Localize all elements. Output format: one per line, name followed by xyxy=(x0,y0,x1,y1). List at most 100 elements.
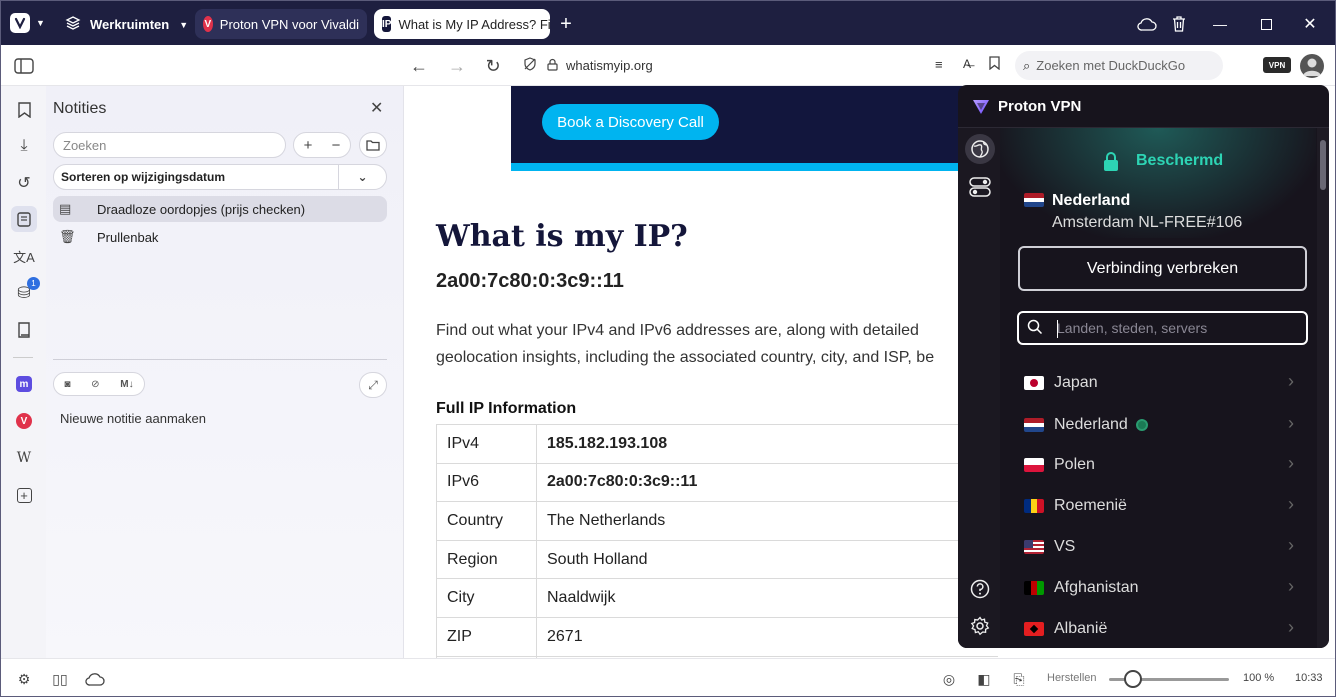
pl-flag-icon xyxy=(1024,458,1044,472)
notes-sort-select[interactable]: Sorteren op wijzigingsdatum ⌄ xyxy=(53,164,387,190)
forward-button[interactable]: → xyxy=(444,53,470,79)
gear-icon: ⚙ xyxy=(17,670,31,687)
camera-icon[interactable]: ◙ xyxy=(64,379,70,390)
capture-button[interactable]: ◎ xyxy=(938,669,960,689)
country-name: Roemenië xyxy=(1054,497,1127,514)
clock: 10:33 xyxy=(1295,672,1323,684)
remove-note-button[interactable]: − xyxy=(332,137,341,154)
vpn-search-placeholder: Landen, steden, servers xyxy=(1057,320,1208,336)
country-item-roemenie[interactable]: Roemenië › xyxy=(1018,488,1308,524)
wikipedia-panel-button[interactable]: W xyxy=(11,445,37,471)
zoom-reset-button[interactable]: Herstellen xyxy=(1047,672,1097,684)
country-name: Japan xyxy=(1054,374,1098,391)
settings-button[interactable]: ⚙ xyxy=(13,669,35,689)
vpn-brand-name: Proton VPN xyxy=(998,97,1082,115)
workspaces-button[interactable]: Werkruimten ▼ xyxy=(65,15,188,34)
table-key: Region xyxy=(436,539,537,580)
scrollbar-thumb[interactable] xyxy=(1320,140,1326,190)
af-flag-icon xyxy=(1024,581,1044,595)
trash-button[interactable] xyxy=(1164,9,1194,39)
zoom-slider-handle[interactable] xyxy=(1124,670,1142,688)
country-item-albanie[interactable]: Albanië › xyxy=(1018,611,1308,647)
country-name: Afghanistan xyxy=(1054,579,1139,596)
vpn-scrollbar[interactable] xyxy=(1317,128,1329,648)
bookmark-icon[interactable] xyxy=(989,56,1000,73)
new-tab-button[interactable]: + xyxy=(551,9,581,39)
country-item-japan[interactable]: Japan › xyxy=(1018,365,1308,401)
url-field[interactable]: whatismyip.org ≡ A̶ xyxy=(517,51,1009,80)
new-note-placeholder[interactable]: Nieuwe notitie aanmaken xyxy=(60,411,206,426)
vpn-extension-button[interactable]: VPN xyxy=(1263,57,1291,73)
mastodon-panel-button[interactable]: m xyxy=(11,371,37,397)
ip-address-display: 2a00:7c80:0:3c9::11 xyxy=(436,270,624,292)
tab-whatismyip[interactable]: IP What is My IP Address? Fin xyxy=(374,9,550,39)
table-value: 185.182.193.108 xyxy=(536,424,998,464)
vpn-side-rail xyxy=(958,128,1000,648)
tile-tabs-button[interactable]: ▯▯ xyxy=(49,669,71,689)
add-note-button[interactable]: + xyxy=(304,137,313,154)
chevron-right-icon: › xyxy=(1288,535,1294,555)
profile-avatar[interactable] xyxy=(1300,54,1324,78)
note-item[interactable]: ▤ Draadloze oordopjes (prijs checken) xyxy=(53,196,387,222)
close-panel-button[interactable]: ✕ xyxy=(370,98,383,118)
country-name: Polen xyxy=(1054,456,1095,473)
downloads-panel-button[interactable]: ⤓ xyxy=(11,133,37,159)
ip-table-title: Full IP Information xyxy=(436,400,577,417)
page-actions-button[interactable]: ⎘ xyxy=(1008,669,1030,689)
markdown-icon[interactable]: M↓ xyxy=(120,379,133,390)
expand-note-button[interactable]: ⤢ xyxy=(359,372,387,398)
features-tab-button[interactable] xyxy=(965,172,995,202)
panels-icon: ▯▯ xyxy=(52,670,68,687)
minimize-button[interactable]: — xyxy=(1205,9,1235,39)
note-label: Prullenbak xyxy=(97,229,159,245)
settings-button[interactable] xyxy=(965,611,995,641)
mail-panel-button[interactable]: ⛁ 1 xyxy=(11,277,40,306)
trash-folder-item[interactable]: 🗑︎ Prullenbak xyxy=(53,224,387,250)
wikipedia-icon: W xyxy=(16,450,32,466)
bookmarks-panel-button[interactable] xyxy=(11,97,37,123)
tab-proton-vpn[interactable]: V Proton VPN voor Vivaldi xyxy=(195,9,367,39)
new-folder-button[interactable] xyxy=(359,132,387,158)
translate-panel-button[interactable]: 文A xyxy=(11,243,37,269)
close-window-button[interactable]: ✕ xyxy=(1295,9,1325,39)
attachment-icon[interactable]: ⊘ xyxy=(91,379,99,390)
book-discovery-call-button[interactable]: Book a Discovery Call xyxy=(542,104,719,140)
add-web-panel-button[interactable]: + xyxy=(11,482,37,508)
reader-view-icon[interactable]: ≡ xyxy=(935,57,943,72)
page-tiling-button[interactable]: ◧ xyxy=(973,669,995,689)
country-item-nederland[interactable]: Nederland › xyxy=(1018,407,1308,443)
vivaldi-logo-icon xyxy=(10,13,30,33)
sidebar-panel-strip: ⤓ ↺ 文A ⛁ 1 m V W + xyxy=(1,86,46,658)
countries-tab-button[interactable] xyxy=(965,134,995,164)
vpn-server-search-input[interactable]: Landen, steden, servers xyxy=(1017,311,1308,345)
page-actions-icon: ⎘ xyxy=(1013,670,1025,687)
disconnect-button[interactable]: Verbinding verbreken xyxy=(1018,246,1307,291)
sync-button[interactable] xyxy=(1132,9,1162,39)
notes-divider xyxy=(53,359,387,360)
notes-panel-button[interactable] xyxy=(11,206,37,232)
country-item-afghanistan[interactable]: Afghanistan › xyxy=(1018,570,1308,606)
country-item-polen[interactable]: Polen › xyxy=(1018,447,1308,483)
panel-toggle-button[interactable] xyxy=(11,53,37,79)
toggles-icon xyxy=(969,177,991,197)
country-item-vs[interactable]: VS › xyxy=(1018,529,1308,565)
reading-list-panel-button[interactable] xyxy=(11,317,37,343)
sort-label: Sorteren op wijzigingsdatum xyxy=(61,170,226,184)
history-panel-button[interactable]: ↺ xyxy=(11,170,37,196)
maximize-button[interactable] xyxy=(1251,9,1281,39)
workspaces-label: Werkruimten xyxy=(90,17,170,32)
vivaldi-web-panel-button[interactable]: V xyxy=(11,408,37,434)
table-key: IPv4 xyxy=(436,424,537,464)
cloud-icon xyxy=(1137,18,1157,31)
sync-status-button[interactable] xyxy=(84,669,106,689)
back-button[interactable]: ← xyxy=(406,53,432,79)
reload-button[interactable]: ↻ xyxy=(480,53,506,79)
notes-search-input[interactable]: Zoeken xyxy=(53,132,286,158)
vivaldi-menu-button[interactable]: ▼ xyxy=(10,13,45,33)
text-cursor xyxy=(1057,320,1058,338)
camera-icon: ◎ xyxy=(942,670,956,687)
search-input[interactable]: ⌕ Zoeken met DuckDuckGo xyxy=(1015,51,1223,80)
chevron-right-icon: › xyxy=(1288,371,1294,391)
translate-icon[interactable]: A̶ xyxy=(963,57,971,71)
help-button[interactable] xyxy=(965,574,995,604)
